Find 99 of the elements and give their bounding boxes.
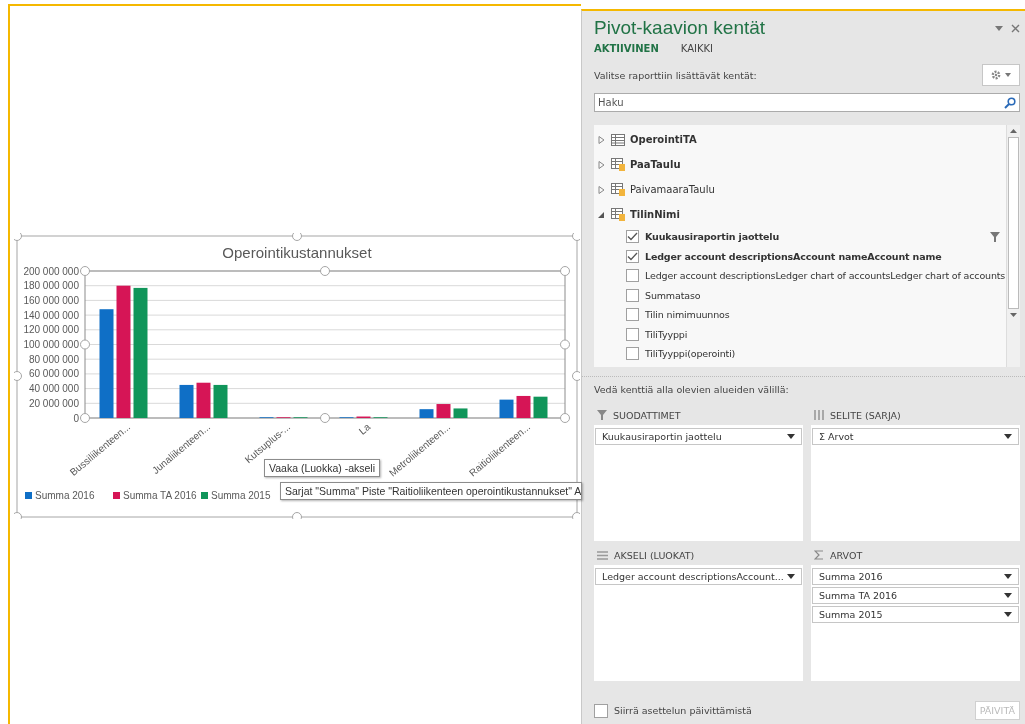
sigma-icon	[814, 550, 824, 560]
category-label: La	[356, 421, 373, 437]
data-table-icon	[611, 158, 625, 171]
checkbox[interactable]	[626, 347, 639, 361]
axis-tick-label: 160 000 000	[23, 294, 79, 306]
search-icon[interactable]	[1004, 97, 1016, 109]
caret-icon[interactable]	[1004, 434, 1012, 439]
field-name[interactable]: Tilin nimimuunnos	[645, 309, 1006, 321]
table-name[interactable]: PaivamaaraTaulu	[630, 184, 715, 195]
expand-icon[interactable]	[598, 210, 605, 219]
chart-title: Operointikustannukset	[222, 244, 372, 261]
tab[interactable]: AKTIIVINEN	[594, 43, 659, 54]
area-title: SUODATTIMET	[613, 409, 681, 421]
field-name[interactable]: Kuukausiraportin jaottelu	[645, 231, 990, 243]
search-field[interactable]: Haku	[594, 93, 1020, 112]
checkbox[interactable]	[626, 308, 639, 322]
checkbox[interactable]	[626, 249, 639, 263]
table-name[interactable]: PaaTaulu	[630, 159, 681, 170]
legend-item: Summa 2016	[25, 490, 95, 501]
tab[interactable]: KAIKKI	[680, 43, 714, 54]
area-title: ARVOT	[830, 549, 863, 561]
axis-tick-label: 40 000 000	[28, 383, 79, 395]
axis-tick-label: 180 000 000	[23, 280, 79, 292]
resize-handle[interactable]	[14, 371, 22, 381]
field-name[interactable]: TiliTyyppi	[645, 328, 1006, 340]
area-title: SELITE (SARJA)	[830, 409, 901, 421]
gear-icon[interactable]	[990, 69, 1012, 81]
instruction-text: Vedä kenttiä alla olevien alueiden välillä:	[594, 384, 790, 395]
resize-handle[interactable]	[572, 371, 580, 381]
axis-tick-label: 60 000 000	[28, 368, 79, 380]
axis-tick-label: 100 000 000	[23, 339, 79, 350]
field-chip[interactable]: Ledger account descriptionsAccount...	[595, 568, 802, 585]
checkbox[interactable]	[626, 288, 639, 302]
tooltip: Sarjat "Summa" Piste "Raitioliikenteen operointikustannukset" A	[280, 482, 582, 500]
resize-handle[interactable]	[560, 413, 570, 423]
bar[interactable]	[419, 409, 434, 418]
axis-tick-label: 0	[73, 412, 79, 424]
expand-icon[interactable]	[598, 135, 605, 144]
table-name[interactable]: OperointiTA	[630, 134, 697, 145]
checkbox[interactable]	[626, 327, 639, 341]
caret-icon[interactable]	[787, 574, 795, 579]
resize-handle[interactable]	[292, 512, 302, 519]
axis-tick-label: 20 000 000	[28, 397, 79, 409]
data-table-icon	[611, 208, 625, 221]
instruction-text: Valitse raporttiin lisättävät kentät:	[594, 69, 757, 81]
expand-icon[interactable]	[598, 160, 605, 169]
scrollbar[interactable]	[1006, 125, 1020, 367]
field-chip[interactable]: Summa TA 2016	[812, 587, 1019, 604]
resize-handle[interactable]	[14, 233, 22, 241]
filter-icon	[597, 410, 607, 420]
plot-area[interactable]	[84, 270, 566, 419]
area-title: AKSELI (LUOKAT)	[614, 549, 695, 561]
settings-button[interactable]	[982, 64, 1020, 86]
scroll-down-icon[interactable]	[1010, 313, 1017, 317]
checkbox[interactable]	[626, 269, 639, 283]
resize-handle[interactable]	[320, 413, 330, 423]
resize-handle[interactable]	[292, 233, 302, 241]
resize-handle[interactable]	[560, 266, 570, 276]
checkbox[interactable]	[626, 230, 639, 244]
rows-icon	[597, 550, 608, 560]
data-table-icon	[611, 183, 625, 196]
axis-tick-label: 80 000 000	[28, 353, 79, 365]
close-icon[interactable]	[1011, 23, 1020, 33]
legend-item: Summa TA 2016	[113, 490, 197, 501]
resize-handle[interactable]	[80, 339, 90, 350]
resize-handle[interactable]	[320, 266, 330, 276]
panel-title: Pivot-kaavion kentät	[594, 17, 767, 39]
caret-icon[interactable]	[787, 434, 795, 439]
field-name[interactable]: Ledger account descriptionsLedger chart of accountsLedger chart of accounts	[645, 270, 1006, 282]
resize-handle[interactable]	[572, 512, 580, 519]
resize-handle[interactable]	[80, 413, 90, 423]
resize-handle[interactable]	[80, 266, 90, 276]
field-name[interactable]: Ledger account descriptionsAccount nameAccount name	[645, 250, 1006, 262]
caret-icon[interactable]	[1004, 593, 1012, 598]
field-chip[interactable]: Summa 2015	[812, 606, 1019, 623]
field-name[interactable]: TiliTyyppi(operointi)	[645, 348, 1006, 360]
axis-tick-label: 120 000 000	[23, 324, 79, 336]
bar[interactable]	[453, 408, 468, 418]
field-name[interactable]: Summataso	[645, 289, 1006, 301]
axis-tick-label: 140 000 000	[23, 309, 79, 321]
table-icon	[611, 133, 625, 146]
resize-handle[interactable]	[572, 233, 580, 241]
checkbox-label: Siirrä asettelun päivittämistä	[614, 705, 752, 716]
expand-icon[interactable]	[598, 185, 605, 194]
dropdown-icon[interactable]	[995, 25, 1003, 31]
checkbox[interactable]	[594, 703, 608, 718]
caret-icon[interactable]	[1004, 612, 1012, 617]
axis-tick-label: 200 000 000	[23, 265, 79, 277]
field-chip[interactable]: Kuukausiraportin jaottelu	[595, 428, 802, 445]
columns-icon	[814, 410, 824, 420]
tooltip: Vaaka (Luokka) -akseli	[264, 459, 381, 477]
scroll-up-icon[interactable]	[1010, 129, 1017, 133]
field-chip[interactable]: Summa 2016	[812, 568, 1019, 585]
legend-item: Summa 2015	[201, 490, 271, 501]
table-name[interactable]: TilinNimi	[630, 209, 680, 220]
caret-icon[interactable]	[1004, 574, 1012, 579]
field-chip[interactable]: Σ Arvot	[812, 428, 1019, 445]
resize-handle[interactable]	[560, 339, 570, 350]
resize-handle[interactable]	[14, 512, 22, 519]
